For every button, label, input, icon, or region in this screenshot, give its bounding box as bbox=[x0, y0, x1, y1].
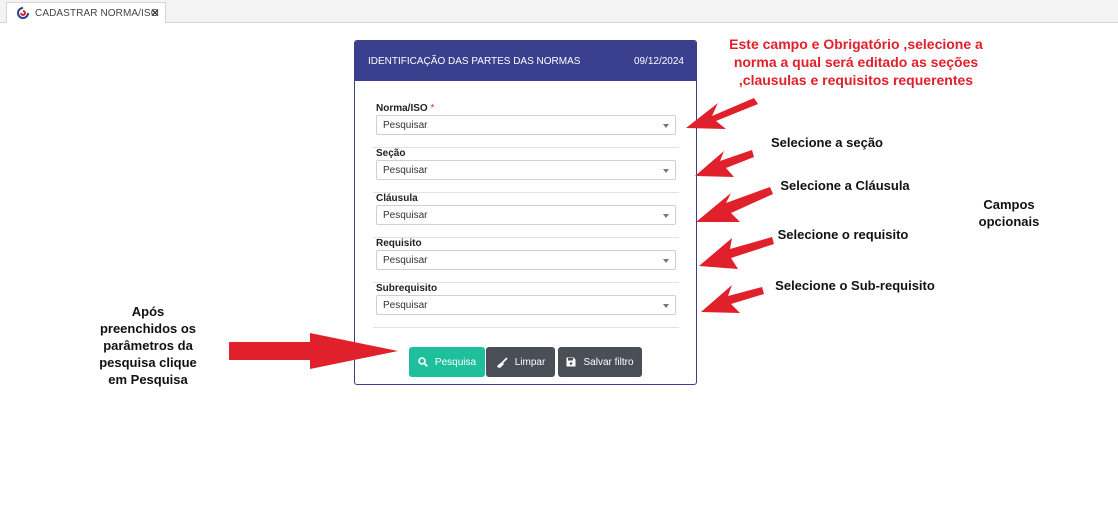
annotation-section: Selecione a seção bbox=[770, 135, 883, 150]
arrow-norma-icon bbox=[686, 98, 758, 129]
arrow-subrequisito-icon bbox=[701, 285, 764, 313]
arrow-secao-icon bbox=[695, 150, 754, 177]
annotation-required: Este campo e Obrigatório ,selecione a no… bbox=[729, 36, 983, 88]
arrow-requisito-icon bbox=[699, 237, 774, 269]
annotation-requirement: Selecione o requisito bbox=[777, 227, 909, 242]
annotation-subrequirement: Selecione o Sub-requisito bbox=[775, 278, 935, 293]
arrow-clausula-icon bbox=[696, 187, 773, 222]
annotation-optional: Campos opcionais bbox=[978, 197, 1040, 229]
annotation-clause: Selecione a Cláusula bbox=[780, 178, 910, 193]
arrow-pesquisa-icon bbox=[229, 333, 398, 369]
annotation-search-hint: Após preenchidos os parâmetros da pesqui… bbox=[99, 304, 197, 387]
